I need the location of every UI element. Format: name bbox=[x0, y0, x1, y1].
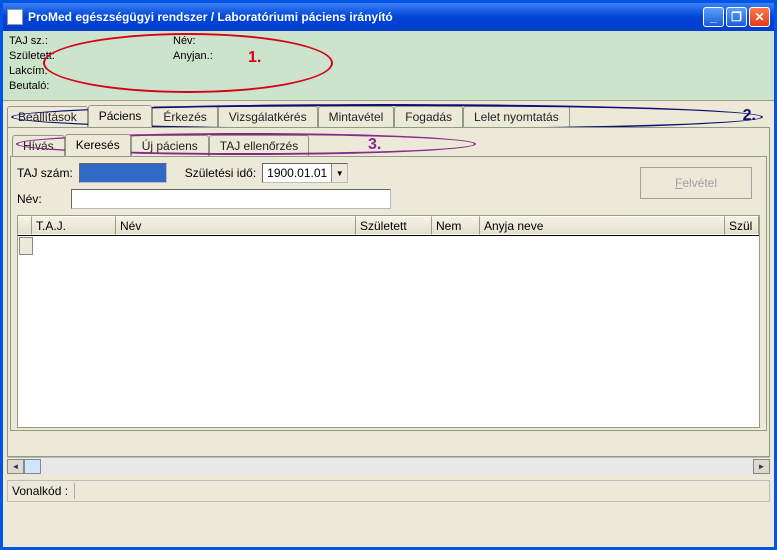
results-grid[interactable]: T.A.J. Név Született Nem Anyja neve Szül bbox=[17, 215, 760, 428]
tab-fogadas[interactable]: Fogadás bbox=[394, 106, 463, 127]
maximize-button[interactable]: ❐ bbox=[726, 7, 747, 27]
tab-hivas[interactable]: Hívás bbox=[12, 135, 65, 156]
tab-vizsgalatkeres[interactable]: Vizsgálatkérés bbox=[218, 106, 318, 127]
grid-row-marker bbox=[19, 237, 33, 255]
tab-lelet[interactable]: Lelet nyomtatás bbox=[463, 106, 570, 127]
nev-label: Név: bbox=[173, 34, 196, 49]
patient-header-panel: TAJ sz.: Név: Született: Anyjan.: Lakcím… bbox=[3, 31, 774, 101]
col-anyja[interactable]: Anyja neve bbox=[480, 216, 725, 235]
window-title: ProMed egészségügyi rendszer / Laboratór… bbox=[28, 10, 703, 24]
grid-header: T.A.J. Név Született Nem Anyja neve Szül bbox=[18, 216, 759, 236]
scroll-thumb[interactable] bbox=[24, 459, 41, 474]
chevron-down-icon[interactable]: ▼ bbox=[331, 164, 347, 182]
nev-input[interactable] bbox=[71, 189, 391, 209]
col-nem[interactable]: Nem bbox=[432, 216, 480, 235]
tab-tajellenorzes[interactable]: TAJ ellenőrzés bbox=[209, 135, 309, 156]
lakcim-label: Lakcím: bbox=[9, 64, 48, 79]
close-button[interactable]: ✕ bbox=[749, 7, 770, 27]
tab-erkezes[interactable]: Érkezés bbox=[152, 106, 217, 127]
scroll-right-arrow-icon[interactable]: ► bbox=[753, 459, 770, 474]
titlebar: ProMed egészségügyi rendszer / Laboratór… bbox=[3, 3, 774, 31]
statusbar: Vonalkód : bbox=[7, 480, 770, 502]
horizontal-scrollbar[interactable]: ◄ ► bbox=[7, 457, 770, 474]
app-icon bbox=[7, 9, 23, 25]
tab-mintavetel[interactable]: Mintavétel bbox=[318, 106, 395, 127]
felvetel-button[interactable]: Felvétel bbox=[640, 167, 752, 199]
col-szul2[interactable]: Szül bbox=[725, 216, 759, 235]
taj-label: TAJ sz.: bbox=[9, 34, 48, 49]
col-nev[interactable]: Név bbox=[116, 216, 356, 235]
nev-form-label: Név: bbox=[17, 192, 65, 206]
tab-paciens[interactable]: Páciens bbox=[88, 105, 153, 127]
vonalkod-label: Vonalkód : bbox=[12, 484, 68, 498]
szulido-label: Születési idő: bbox=[185, 166, 256, 180]
scroll-left-arrow-icon[interactable]: ◄ bbox=[7, 459, 24, 474]
tab-kereses[interactable]: Keresés bbox=[65, 134, 131, 156]
search-panel: TAJ szám: Születési idő: 1900.01.01 ▼ Né… bbox=[10, 156, 767, 431]
anyjan-label: Anyjan.: bbox=[173, 49, 213, 64]
main-panel: Hívás Keresés Új páciens TAJ ellenőrzés … bbox=[7, 127, 770, 457]
tab-beallitasok[interactable]: Beállítások bbox=[7, 106, 88, 127]
col-taj[interactable]: T.A.J. bbox=[32, 216, 116, 235]
grid-body[interactable] bbox=[18, 237, 759, 427]
minimize-button[interactable]: _ bbox=[703, 7, 724, 27]
szuletett-label: Született: bbox=[9, 49, 55, 64]
main-tab-row: Beállítások Páciens Érkezés Vizsgálatkér… bbox=[3, 101, 774, 127]
tab-ujpaciens[interactable]: Új páciens bbox=[131, 135, 209, 156]
statusbar-separator bbox=[74, 483, 75, 499]
beutalo-label: Beutaló: bbox=[9, 79, 49, 94]
felvetel-label-rest: elvétel bbox=[682, 176, 717, 190]
taj-szam-input[interactable] bbox=[79, 163, 167, 183]
col-szuletett[interactable]: Született bbox=[356, 216, 432, 235]
app-window: ProMed egészségügyi rendszer / Laboratór… bbox=[0, 0, 777, 550]
taj-szam-label: TAJ szám: bbox=[17, 166, 73, 180]
szulido-value: 1900.01.01 bbox=[267, 166, 327, 180]
sub-tab-row: Hívás Keresés Új páciens TAJ ellenőrzés bbox=[8, 134, 769, 156]
szulido-dropdown[interactable]: 1900.01.01 ▼ bbox=[262, 163, 348, 183]
window-buttons: _ ❐ ✕ bbox=[703, 7, 770, 27]
